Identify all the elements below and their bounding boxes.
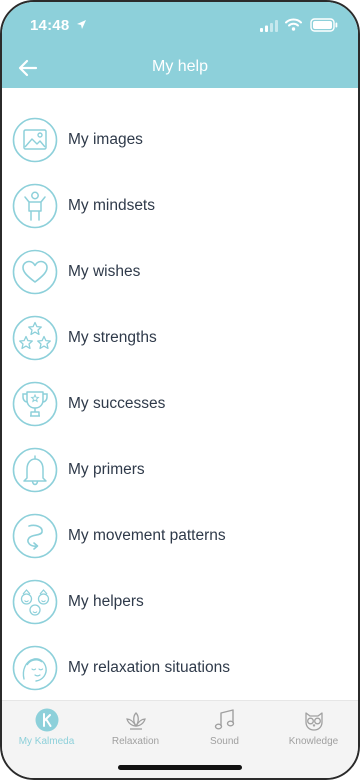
page-title: My help [151, 58, 209, 75]
battery-icon [310, 18, 338, 32]
helpers-icon [12, 579, 58, 625]
phone-frame: 14:48 My help My images My mindsets My w… [0, 0, 360, 780]
list-item-images[interactable]: My images [2, 107, 358, 173]
list-item-successes[interactable]: My successes [2, 371, 358, 437]
trophy-icon [12, 381, 58, 427]
status-bar: 14:48 [2, 2, 358, 48]
list-item-label: My successes [68, 395, 166, 412]
list-item-mindsets[interactable]: My mindsets [2, 173, 358, 239]
list-item-label: My movement patterns [68, 527, 226, 544]
tab-sound[interactable]: Sound [180, 707, 269, 753]
list-item-label: My primers [68, 461, 145, 478]
list-item-label: My images [68, 131, 143, 148]
tab-label: Sound [210, 736, 239, 747]
list-item-label: My wishes [68, 263, 141, 280]
tab-knowledge[interactable]: Knowledge [269, 707, 358, 753]
signal-icon [260, 20, 278, 32]
list-item-wishes[interactable]: My wishes [2, 239, 358, 305]
tab-label: My Kalmeda [18, 736, 75, 747]
tab-relaxation[interactable]: Relaxation [91, 707, 180, 753]
list-item-helpers[interactable]: My helpers [2, 569, 358, 635]
lotus-icon [125, 712, 146, 730]
tab-label: Knowledge [288, 736, 339, 747]
stars-icon [12, 315, 58, 361]
list-item-label: My helpers [68, 593, 144, 610]
movement-icon [12, 513, 58, 559]
list-item-primers[interactable]: My primers [2, 437, 358, 503]
kalmeda-logo-icon [35, 708, 58, 732]
heart-icon [12, 249, 58, 295]
list-item-label: My relaxation situations [68, 659, 230, 676]
bell-icon [12, 447, 58, 493]
list-item-relaxation-situations[interactable]: My relaxation situations [2, 635, 358, 701]
owl-icon [304, 712, 323, 731]
tab-my-kalmeda[interactable]: My Kalmeda [2, 707, 91, 753]
home-indicator [118, 765, 242, 770]
top-bar: 14:48 My help [2, 2, 358, 88]
list-item-strengths[interactable]: My strengths [2, 305, 358, 371]
status-time: 14:48 [30, 17, 70, 34]
nav-bar: My help [2, 48, 358, 88]
relax-face-icon [12, 645, 58, 691]
location-icon [77, 20, 86, 29]
music-note-icon [214, 709, 234, 730]
tab-bar: My Kalmeda Relaxation Sound Knowledge [2, 700, 358, 778]
images-icon [12, 117, 58, 163]
help-list: My images My mindsets My wishes My stren… [2, 107, 358, 701]
list-item-label: My strengths [68, 329, 157, 346]
list-item-label: My mindsets [68, 197, 155, 214]
tab-label: Relaxation [111, 736, 160, 747]
person-icon [12, 183, 58, 229]
wifi-icon [285, 18, 302, 31]
list-item-movement-patterns[interactable]: My movement patterns [2, 503, 358, 569]
